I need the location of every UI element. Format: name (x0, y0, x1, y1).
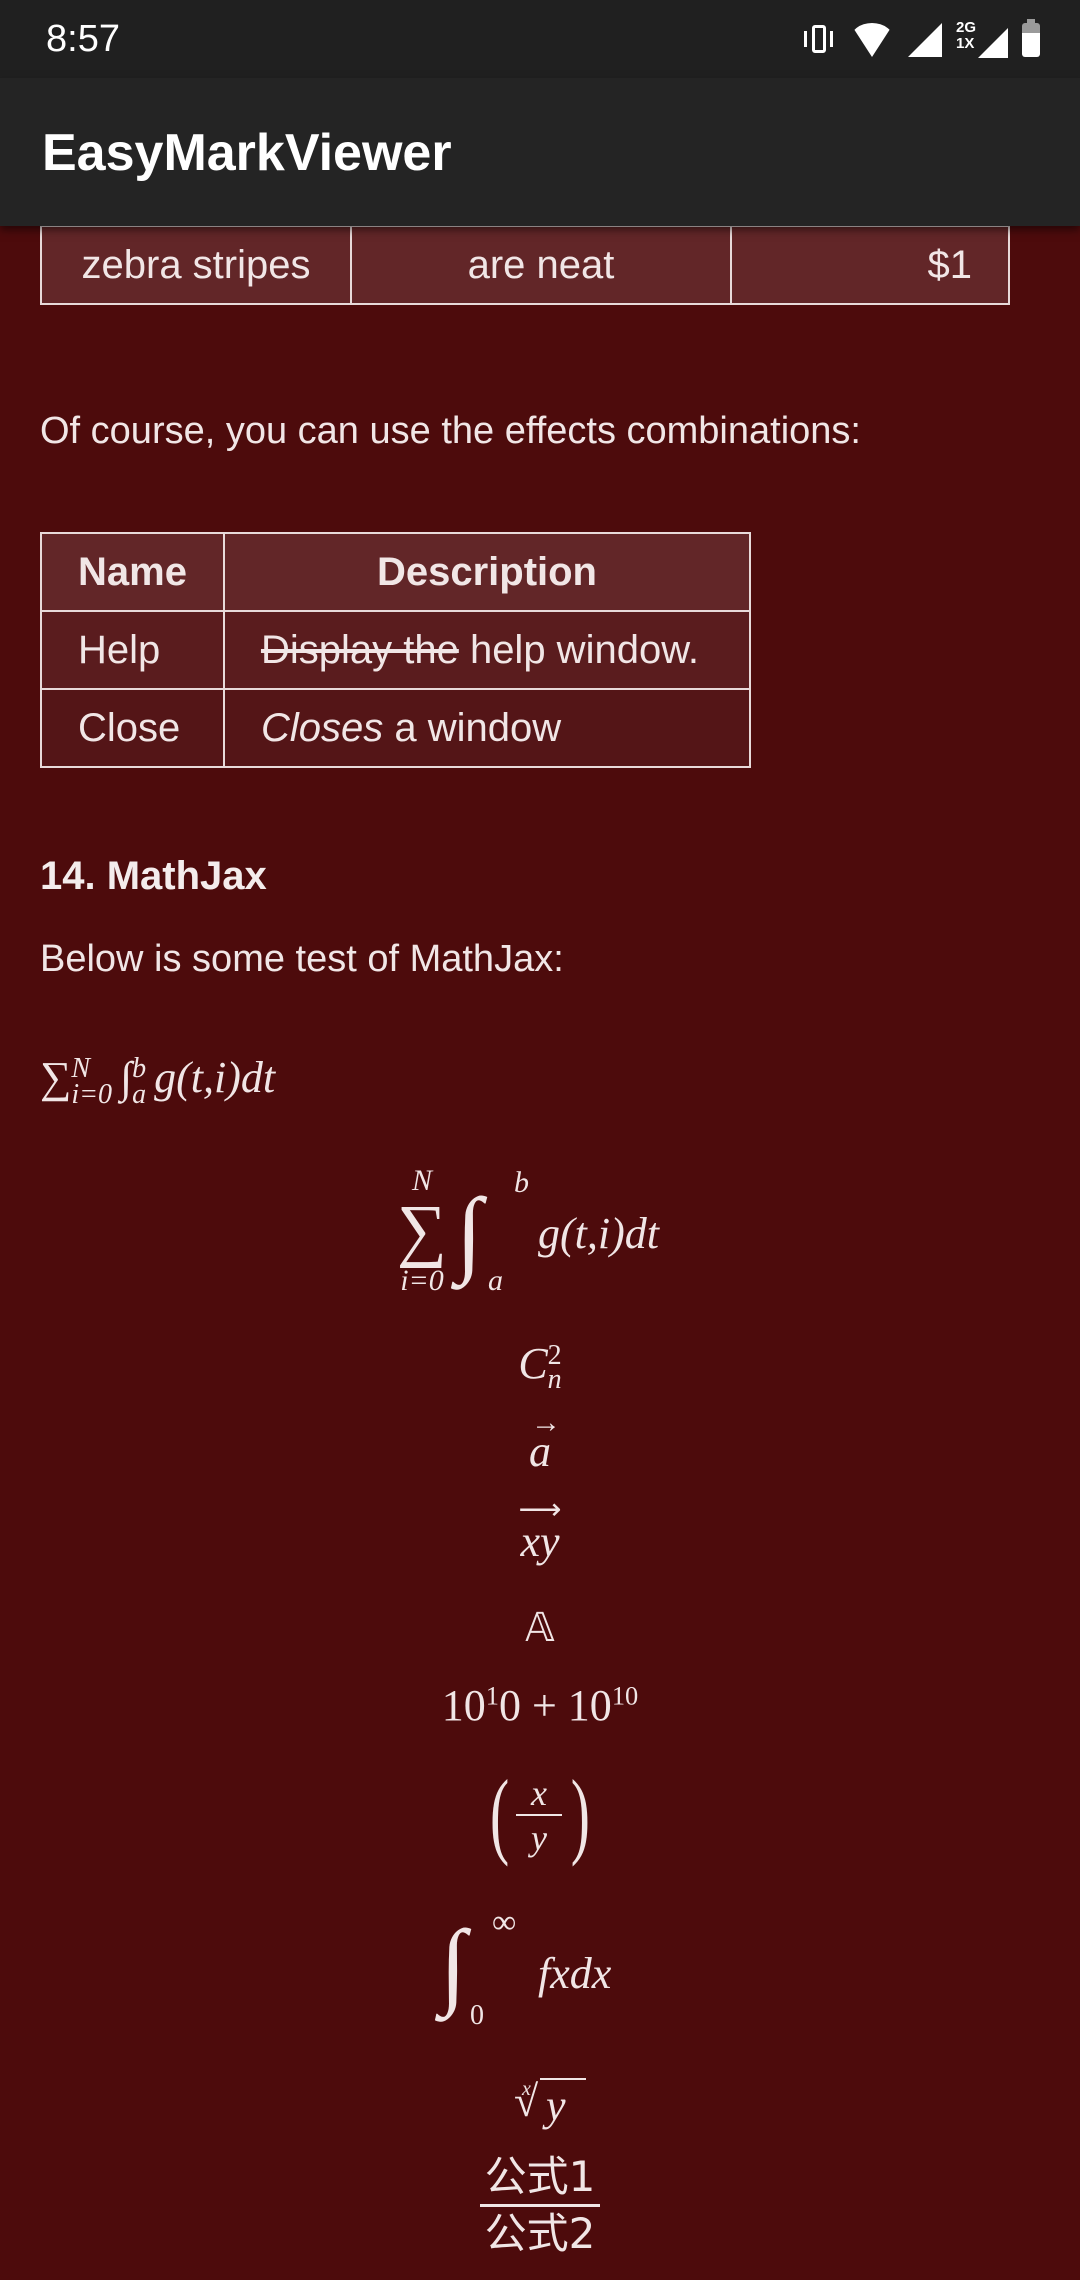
table-row: Close Closes a window (40, 688, 752, 768)
math-binomial: C2n (518, 1339, 562, 1395)
math-nth-root: x √ y (514, 2072, 594, 2132)
cell-text: help window. (458, 627, 699, 672)
table-cell: Close (40, 688, 225, 768)
table-row: zebra stripes are neat $1 (40, 225, 1010, 305)
table-cell: Help (40, 610, 225, 690)
math-cjk-fraction: 公式1 公式2 (480, 2150, 600, 2261)
combos-paragraph: Of course, you can use the effects combi… (40, 410, 861, 452)
table-header-row: Name Description (40, 532, 752, 612)
battery-icon (1022, 19, 1040, 57)
table-cell: zebra stripes (40, 225, 352, 305)
status-bar: 8:57 2G 1X (0, 0, 1080, 78)
effects-table: Name Description Help Display the help w… (40, 532, 752, 768)
2g-signal-icon: 2G 1X (956, 20, 1008, 60)
signal-icon (908, 23, 942, 57)
table-cell: Display the help window. (222, 610, 752, 690)
math-integral: ∫ ∞ 0 fxdx (440, 1904, 612, 2031)
status-icons: 2G 1X (804, 18, 1040, 62)
table-cell: $1 (730, 225, 1010, 305)
wifi-icon (850, 23, 894, 57)
mathjax-intro: Below is some test of MathJax: (40, 938, 564, 980)
status-time: 8:57 (46, 18, 120, 60)
table-cell: are neat (350, 225, 732, 305)
mathjax-heading: 14. MathJax (40, 854, 267, 898)
math-powers: 1010 + 1010 (441, 1680, 639, 1730)
strikethrough-text: Display the (260, 627, 459, 672)
table-header: Name (40, 532, 225, 612)
math-vector-a: → a (529, 1406, 561, 1476)
table-cell: Closes a window (222, 688, 752, 768)
math-display-sum: N ∑ i=0 ∫ b a g(t,i)dt (397, 1164, 659, 1297)
math-fraction: ( x y ) (490, 1760, 590, 1867)
math-inline-sum: ∑ Ni=0 ∫ b a g(t,i)dt (40, 1052, 276, 1110)
table-row: Help Display the help window. (40, 610, 752, 690)
math-double-struck: 𝔸 (525, 1605, 555, 1650)
italic-text: Closes (260, 705, 384, 750)
app-title: EasyMarkViewer (42, 124, 452, 182)
table-header: Description (222, 532, 752, 612)
math-vector-xy: ⟶ xy (518, 1493, 562, 1566)
vibrate-icon (804, 23, 836, 57)
cell-text: a window (383, 705, 562, 750)
app-bar: EasyMarkViewer (0, 78, 1080, 226)
